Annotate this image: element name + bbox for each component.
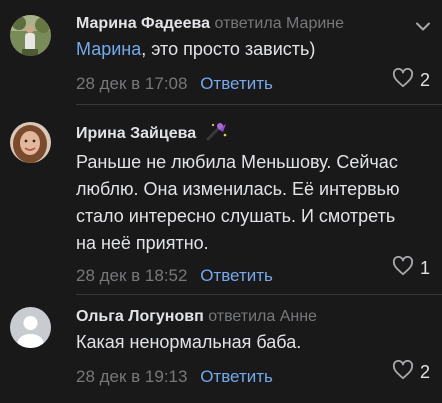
comment-meta: 28 дек в 17:08 Ответить bbox=[76, 73, 442, 95]
chevron-down-icon[interactable] bbox=[416, 18, 430, 36]
like-button[interactable]: 1 bbox=[392, 255, 430, 281]
comment-text: Раньше не любила Меньшову. Сейчас люблю.… bbox=[76, 149, 442, 257]
comment-header: Ирина Зайцева bbox=[76, 121, 442, 147]
like-count: 2 bbox=[419, 70, 430, 90]
comment-body: Ирина Зайцева Раньше не любила Меньшову.… bbox=[76, 121, 442, 287]
comment-date[interactable]: 28 дек в 18:52 bbox=[76, 266, 187, 285]
comment-text-line: люблю. Она изменилась. Её интервью bbox=[76, 179, 400, 199]
author-name[interactable]: Ирина Зайцева bbox=[76, 125, 196, 142]
heart-icon bbox=[392, 359, 414, 385]
comment: Ольга Логуновп ответила Анне Какая ненор… bbox=[0, 294, 442, 403]
comments-feed: Марина Фадеева ответила Марине Марина, э… bbox=[0, 0, 442, 403]
comment-text-line: Раньше не любила Меньшову. Сейчас bbox=[76, 152, 398, 172]
heart-icon bbox=[392, 67, 414, 93]
comment-meta: 28 дек в 18:52 Ответить bbox=[76, 265, 442, 287]
reply-button[interactable]: Ответить bbox=[200, 266, 273, 285]
comment: Марина Фадеева ответила Марине Марина, э… bbox=[0, 0, 442, 110]
reply-info: ответила Марине bbox=[214, 15, 345, 32]
avatar[interactable] bbox=[10, 307, 51, 348]
like-button[interactable]: 2 bbox=[392, 67, 430, 93]
avatar[interactable] bbox=[10, 122, 51, 163]
comment-date[interactable]: 28 дек в 17:08 bbox=[76, 74, 187, 93]
comment-text-line: стало интересно слушать. И смотреть bbox=[76, 206, 396, 226]
mention-link[interactable]: Марина bbox=[76, 39, 141, 59]
comment-text: Марина, это просто зависть) bbox=[76, 36, 442, 63]
like-count: 1 bbox=[419, 258, 430, 278]
author-name[interactable]: Марина Фадеева bbox=[76, 15, 210, 32]
comment-meta: 28 дек в 19:13 Ответить bbox=[76, 366, 442, 388]
reply-button[interactable]: Ответить bbox=[200, 74, 273, 93]
like-count: 2 bbox=[419, 362, 430, 382]
reply-button[interactable]: Ответить bbox=[200, 367, 273, 386]
comment-text: Какая ненормальная баба. bbox=[76, 332, 302, 352]
comment-text-rest: , это просто зависть) bbox=[141, 39, 316, 59]
wand-emoji-icon bbox=[206, 121, 228, 147]
comment-body: Марина Фадеева ответила Марине Марина, э… bbox=[76, 14, 442, 95]
comment-text-line: на неё приятно. bbox=[76, 233, 209, 253]
comment-body: Ольга Логуновп ответила Анне Какая ненор… bbox=[76, 307, 442, 388]
comment: Ирина Зайцева Раньше не любила Меньшову.… bbox=[0, 104, 442, 294]
author-name[interactable]: Ольга Логуновп bbox=[76, 308, 204, 325]
reply-info: ответила Анне bbox=[208, 308, 317, 325]
avatar[interactable] bbox=[10, 15, 51, 56]
like-button[interactable]: 2 bbox=[392, 359, 430, 385]
comment-header: Марина Фадеева ответила Марине bbox=[76, 14, 442, 34]
comment-header: Ольга Логуновп ответила Анне bbox=[76, 307, 442, 327]
heart-icon bbox=[392, 255, 414, 281]
comment-date[interactable]: 28 дек в 19:13 bbox=[76, 367, 187, 386]
